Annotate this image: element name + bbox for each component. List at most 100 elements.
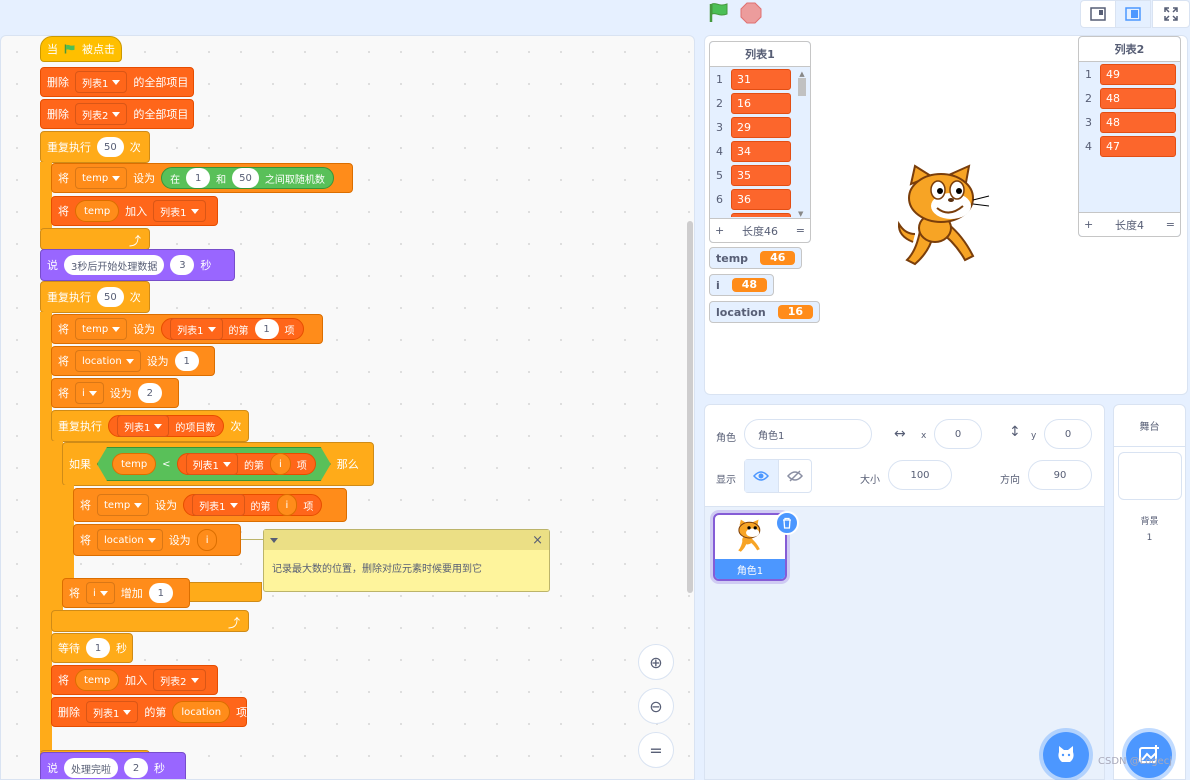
size-input[interactable]: 100: [888, 460, 952, 490]
delete-all-list2-block[interactable]: 删除 列表2 的全部项目: [40, 99, 194, 129]
variable-dropdown[interactable]: i: [86, 582, 115, 604]
list-dropdown[interactable]: 列表1: [192, 494, 245, 516]
list-item-value[interactable]: 35: [731, 164, 791, 186]
length-of-list-reporter[interactable]: 列表1 的项目数: [108, 415, 225, 437]
temp-reporter[interactable]: temp: [75, 200, 120, 222]
i-reporter[interactable]: i: [196, 529, 218, 551]
repeat-count-input[interactable]: 50: [97, 137, 124, 157]
less-than-operator[interactable]: temp < 列表1 的第 i 项: [97, 447, 331, 481]
say-for-secs-block[interactable]: 说 处理完啦 2 秒: [40, 752, 186, 779]
list-item-value[interactable]: 34: [731, 140, 791, 162]
set-location-i-block[interactable]: 将 location 设为 i: [73, 524, 241, 556]
add-temp-to-list2-block[interactable]: 将 temp 加入 列表2: [51, 665, 218, 695]
zoom-reset-button[interactable]: =: [638, 732, 674, 768]
resize-handle[interactable]: =: [1166, 218, 1175, 231]
stage-selector[interactable]: 舞台 背景 1: [1113, 404, 1186, 780]
say-message-input[interactable]: 处理完啦: [64, 758, 118, 778]
item-of-list-reporter[interactable]: 列表1 的第 i 项: [183, 494, 323, 516]
show-button[interactable]: [745, 460, 779, 492]
location-reporter[interactable]: location: [172, 701, 231, 723]
code-scrollbar[interactable]: [687, 221, 693, 593]
temp-reporter[interactable]: temp: [112, 453, 156, 475]
random-to-input[interactable]: 50: [232, 168, 259, 188]
comment-text[interactable]: 记录最大数的位置，删除对应元素时候要用到它: [264, 550, 549, 585]
list-item-value[interactable]: 47: [1100, 135, 1176, 157]
cat-sprite[interactable]: [893, 164, 993, 268]
list-item-value[interactable]: 16: [731, 92, 791, 114]
i-reporter[interactable]: i: [270, 453, 291, 475]
say-secs-input[interactable]: 2: [124, 758, 148, 778]
value-input[interactable]: 1: [174, 351, 199, 371]
when-flag-clicked-block[interactable]: 当 被点击: [40, 36, 122, 62]
list-dropdown[interactable]: 列表1: [153, 200, 206, 222]
list-dropdown[interactable]: 列表1: [117, 415, 170, 437]
list-item-value[interactable]: 48: [1100, 87, 1176, 109]
zoom-in-button[interactable]: ⊕: [638, 644, 674, 680]
x-input[interactable]: 0: [934, 419, 982, 449]
delete-all-list1-block[interactable]: 删除 列表1 的全部项目: [40, 67, 194, 97]
list-scrollbar[interactable]: ▲ ▼: [798, 70, 806, 218]
repeat-count-input[interactable]: 50: [97, 287, 124, 307]
repeat-list-length-block[interactable]: 重复执行 列表1 的项目数 次: [51, 410, 249, 442]
backdrop-thumbnail[interactable]: [1117, 452, 1182, 500]
say-secs-input[interactable]: 3: [170, 255, 195, 275]
list-dropdown[interactable]: 列表1: [86, 701, 139, 723]
wait-block[interactable]: 等待 1 秒: [51, 633, 133, 663]
set-temp-item-i-block[interactable]: 将 temp 设为 列表1 的第 i 项: [73, 488, 347, 522]
set-temp-random-block[interactable]: 将 temp 设为 在 1 和 50 之间取随机数: [51, 163, 353, 193]
choose-sprite-button[interactable]: [1043, 732, 1089, 778]
small-stage-button[interactable]: [1080, 0, 1116, 28]
collapse-icon[interactable]: [270, 537, 278, 543]
delete-item-block[interactable]: 删除 列表1 的第 location 项: [51, 697, 247, 727]
list-item-value[interactable]: 31: [731, 68, 791, 90]
hide-button[interactable]: [779, 460, 812, 492]
list-item-value[interactable]: 39: [731, 212, 791, 217]
add-item-button[interactable]: +: [715, 224, 724, 237]
item-of-list-reporter[interactable]: 列表1 的第 1 项: [161, 318, 304, 340]
i-reporter[interactable]: i: [276, 494, 298, 516]
code-comment[interactable]: × 记录最大数的位置，删除对应元素时候要用到它: [263, 529, 550, 592]
list-item-value[interactable]: 36: [731, 188, 791, 210]
list-dropdown[interactable]: 列表2: [153, 669, 206, 691]
list-dropdown[interactable]: 列表1: [75, 71, 128, 93]
resize-handle[interactable]: =: [796, 224, 805, 237]
change-i-block[interactable]: 将 i 增加 1: [62, 578, 190, 608]
if-then-block[interactable]: 如果 temp < 列表1 的第 i 项 那么: [62, 442, 374, 486]
stage[interactable]: 列表1 131216329434535636739 ▲ ▼ + 长度46 = 列…: [704, 35, 1188, 395]
delete-sprite-button[interactable]: [775, 511, 799, 535]
pick-random-reporter[interactable]: 在 1 和 50 之间取随机数: [161, 167, 334, 189]
variable-dropdown[interactable]: location: [75, 350, 141, 372]
set-i-block[interactable]: 将 i 设为 2: [51, 378, 179, 408]
fullscreen-button[interactable]: [1152, 0, 1190, 28]
say-for-secs-block[interactable]: 说 3秒后开始处理数据 3 秒: [40, 249, 235, 281]
change-by-input[interactable]: 1: [148, 583, 173, 603]
green-flag-icon[interactable]: [707, 1, 731, 23]
code-area[interactable]: 当 被点击 删除 列表1 的全部项目 删除 列表2 的全部项目 重复执行 50 …: [0, 35, 695, 780]
item-index-input[interactable]: 1: [254, 319, 279, 339]
set-temp-item-block[interactable]: 将 temp 设为 列表1 的第 1 项: [51, 314, 323, 344]
list-item-value[interactable]: 49: [1100, 63, 1176, 85]
temp-reporter[interactable]: temp: [75, 669, 120, 691]
add-item-button[interactable]: +: [1084, 218, 1093, 231]
zoom-out-button[interactable]: ⊖: [638, 688, 674, 724]
stop-icon[interactable]: [740, 2, 762, 24]
comment-header[interactable]: ×: [264, 530, 549, 550]
random-from-input[interactable]: 1: [186, 168, 211, 188]
variable-dropdown[interactable]: i: [75, 382, 104, 404]
add-temp-to-list1-block[interactable]: 将 temp 加入 列表1: [51, 196, 218, 226]
set-location-block[interactable]: 将 location 设为 1: [51, 346, 215, 376]
repeat-block[interactable]: 重复执行 50 次: [40, 131, 150, 163]
list-dropdown[interactable]: 列表1: [170, 318, 223, 340]
direction-input[interactable]: 90: [1028, 460, 1092, 490]
sprite-name-input[interactable]: 角色1: [744, 419, 872, 449]
wait-secs-input[interactable]: 1: [86, 638, 110, 658]
list-dropdown[interactable]: 列表1: [186, 453, 238, 475]
normal-stage-button[interactable]: [1115, 0, 1151, 28]
variable-dropdown[interactable]: temp: [75, 167, 128, 189]
item-of-list-reporter[interactable]: 列表1 的第 i 项: [177, 453, 316, 475]
variable-dropdown[interactable]: location: [97, 529, 163, 551]
close-icon[interactable]: ×: [532, 533, 543, 548]
list-item-value[interactable]: 48: [1100, 111, 1176, 133]
choose-backdrop-button[interactable]: [1126, 732, 1172, 778]
sprite-thumbnail[interactable]: 角色1: [713, 511, 799, 581]
